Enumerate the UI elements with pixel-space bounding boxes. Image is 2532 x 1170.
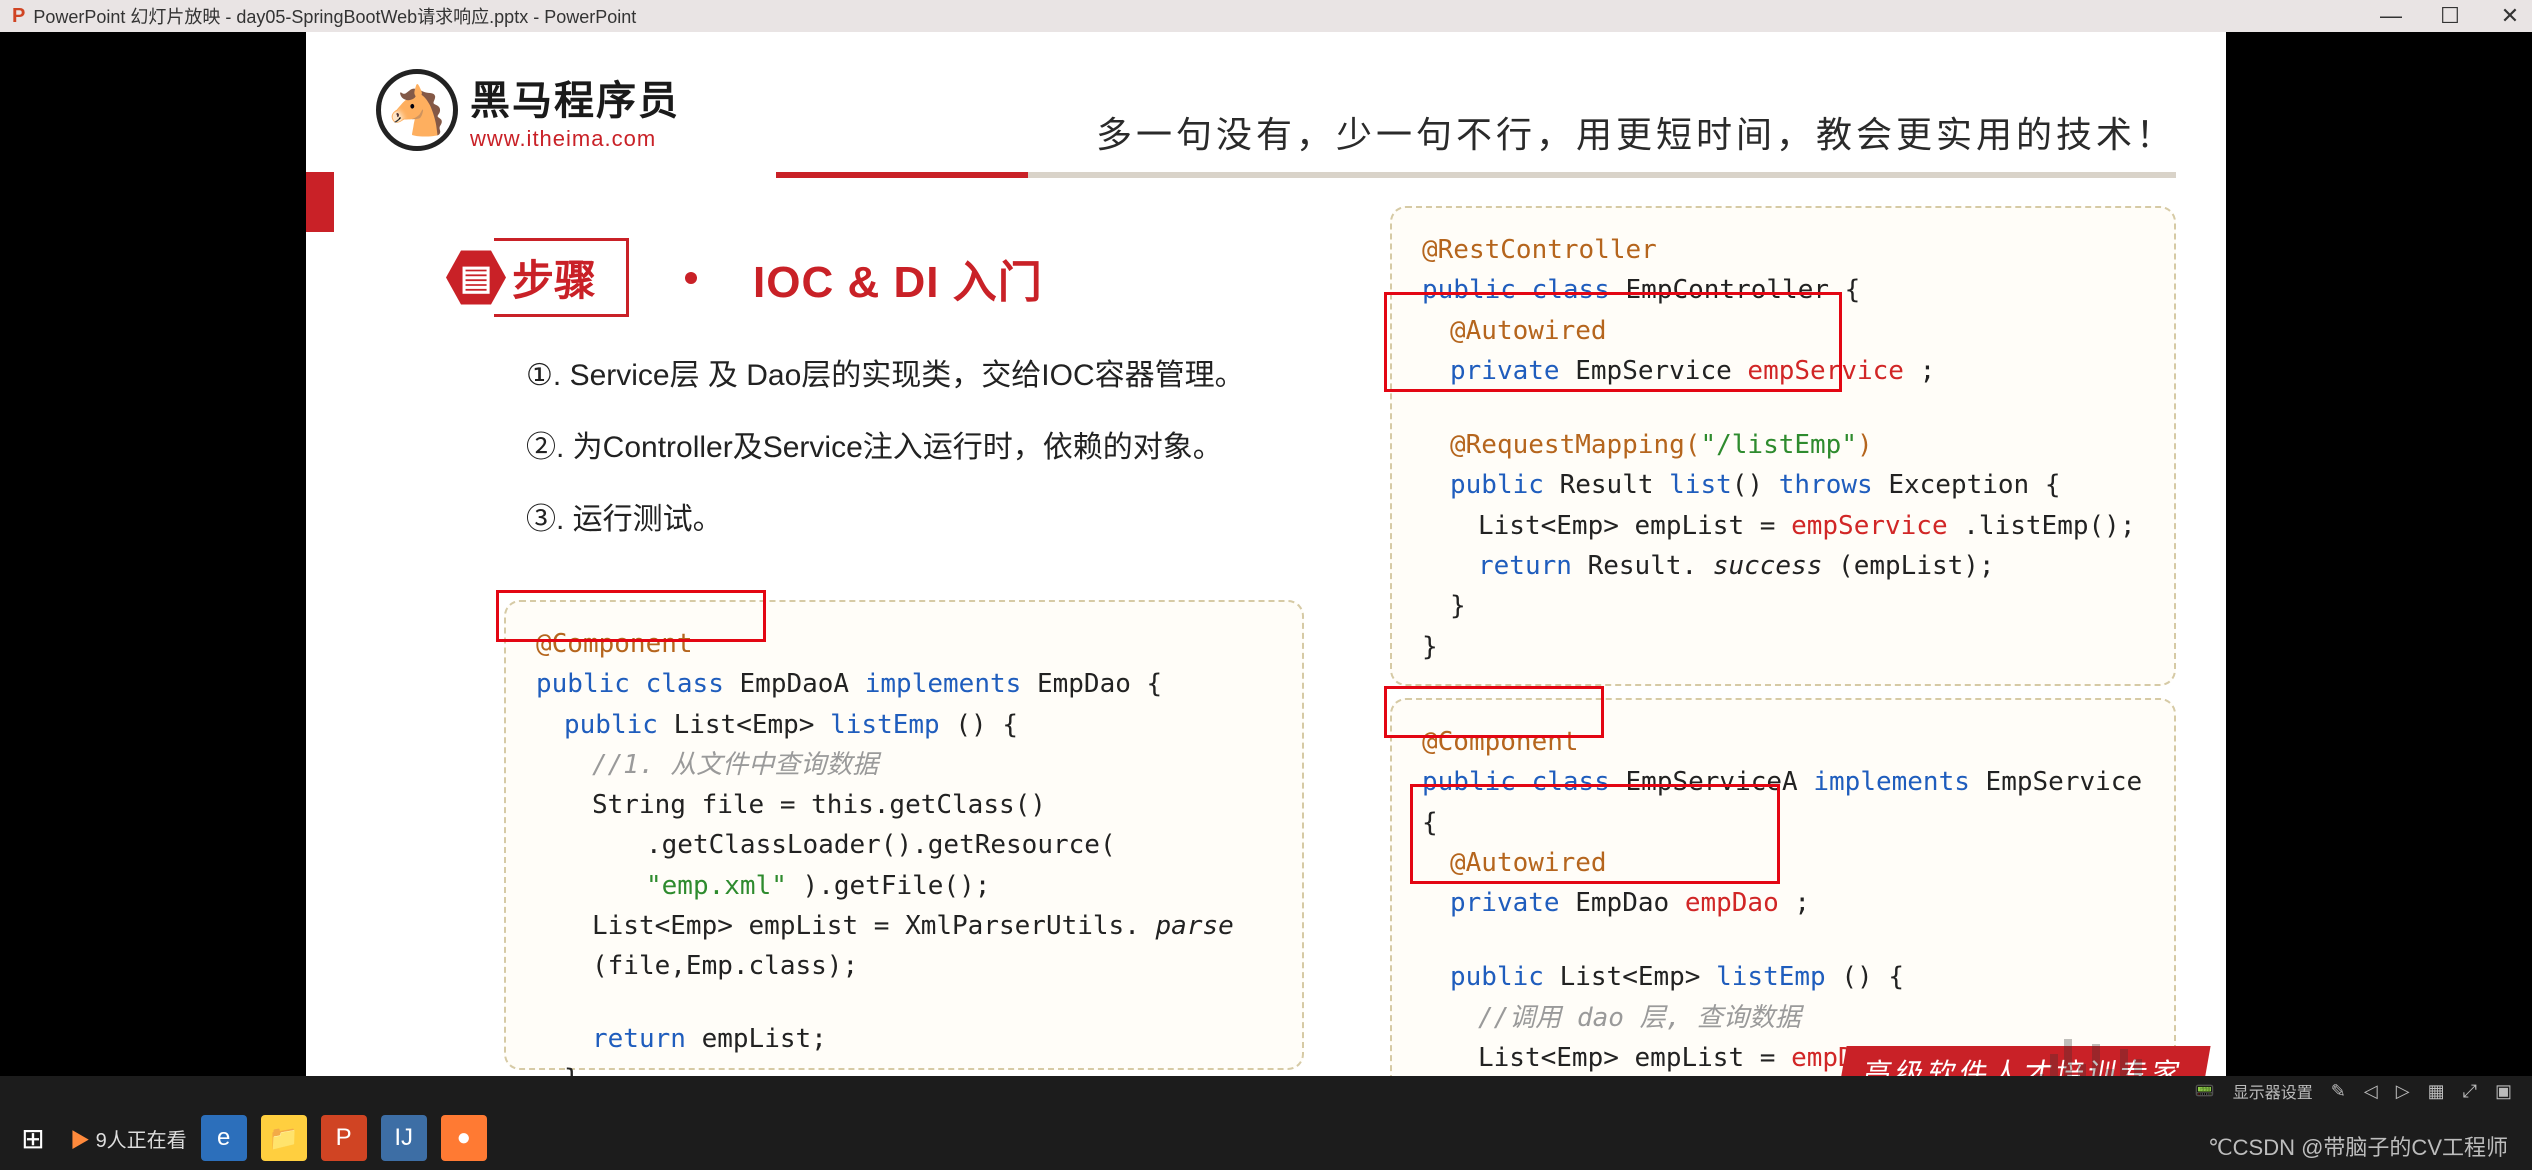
powerpoint-taskbar-icon[interactable]: P	[321, 1115, 367, 1161]
horse-icon: 🐴	[376, 69, 458, 151]
slide: 🐴 黑马程序员 www.itheima.com 多一句没有，少一句不行，用更短时…	[306, 32, 2226, 1104]
logo: 🐴 黑马程序员 www.itheima.com	[376, 68, 680, 152]
bullet-dot-icon	[685, 272, 697, 284]
next-slide-icon[interactable]: ▷	[2396, 1081, 2410, 1102]
end-show-icon[interactable]: ▣	[2495, 1081, 2512, 1102]
step-title: IOC & DI 入门	[753, 246, 1043, 310]
postman-icon[interactable]: ●	[441, 1115, 487, 1161]
step-item-1: ①. Service层 及 Dao层的实现类，交给IOC容器管理。	[526, 340, 1245, 412]
powerpoint-icon: P	[12, 5, 25, 28]
pen-tool-icon[interactable]: ✎	[2331, 1081, 2346, 1102]
statusbar: 📟 显示器设置 ✎ ◁ ▷ ▦ ⤢ ▣	[0, 1076, 2532, 1106]
header-divider	[776, 172, 2176, 178]
csdn-watermark: ℃CSDN @带脑子的CV工程师	[2208, 1130, 2508, 1162]
red-side-tab	[306, 172, 334, 232]
step-item-3: ③. 运行测试。	[526, 484, 1245, 556]
minimize-button[interactable]: —	[2380, 3, 2400, 29]
step-list: ①. Service层 及 Dao层的实现类，交给IOC容器管理。 ②. 为Co…	[526, 340, 1245, 556]
logo-domain: www.itheima.com	[470, 126, 680, 152]
highlight-component-dao	[496, 590, 766, 642]
windows-start-icon[interactable]: ⊞	[10, 1115, 56, 1161]
step-label: 步骤	[504, 253, 604, 308]
step-header: ▤ 步骤 IOC & DI 入门	[446, 238, 1043, 317]
step-item-2: ②. 为Controller及Service注入运行时，依赖的对象。	[526, 412, 1245, 484]
prev-slide-icon[interactable]: ◁	[2364, 1081, 2378, 1102]
file-explorer-icon[interactable]: 📁	[261, 1115, 307, 1161]
slide-area: 🐴 黑马程序员 www.itheima.com 多一句没有，少一句不行，用更短时…	[0, 32, 2532, 1122]
code-box-dao: @Component public class EmpDaoA implemen…	[504, 600, 1304, 1070]
viewer-count-overlay: ▶ 9人正在看	[70, 1124, 187, 1153]
status-display-settings[interactable]: 显示器设置	[2233, 1079, 2313, 1103]
maximize-button[interactable]: ☐	[2440, 3, 2460, 29]
highlight-autowired-controller	[1384, 292, 1842, 392]
edge-icon[interactable]: e	[201, 1115, 247, 1161]
annotation-restcontroller: @RestController	[1422, 235, 1657, 265]
grid-view-icon[interactable]: ▦	[2428, 1081, 2445, 1102]
tagline: 多一句没有，少一句不行，用更短时间，教会更实用的技术！	[1096, 106, 2176, 158]
highlight-component-svc	[1384, 686, 1604, 738]
close-button[interactable]: ✕	[2500, 3, 2520, 29]
intellij-icon[interactable]: IJ	[381, 1115, 427, 1161]
taskbar: ⊞ ▶ 9人正在看 e 📁 P IJ ●	[0, 1106, 2532, 1170]
logo-text-zh: 黑马程序员	[470, 68, 680, 126]
code-box-controller: @RestController public class EmpControll…	[1390, 206, 2176, 686]
window-title: PowerPoint 幻灯片放映 - day05-SpringBootWeb请求…	[33, 3, 636, 29]
titlebar: P PowerPoint 幻灯片放映 - day05-SpringBootWeb…	[0, 0, 2532, 32]
highlight-autowired-svc	[1410, 784, 1780, 884]
zoom-icon[interactable]: ⤢	[2463, 1081, 2477, 1102]
